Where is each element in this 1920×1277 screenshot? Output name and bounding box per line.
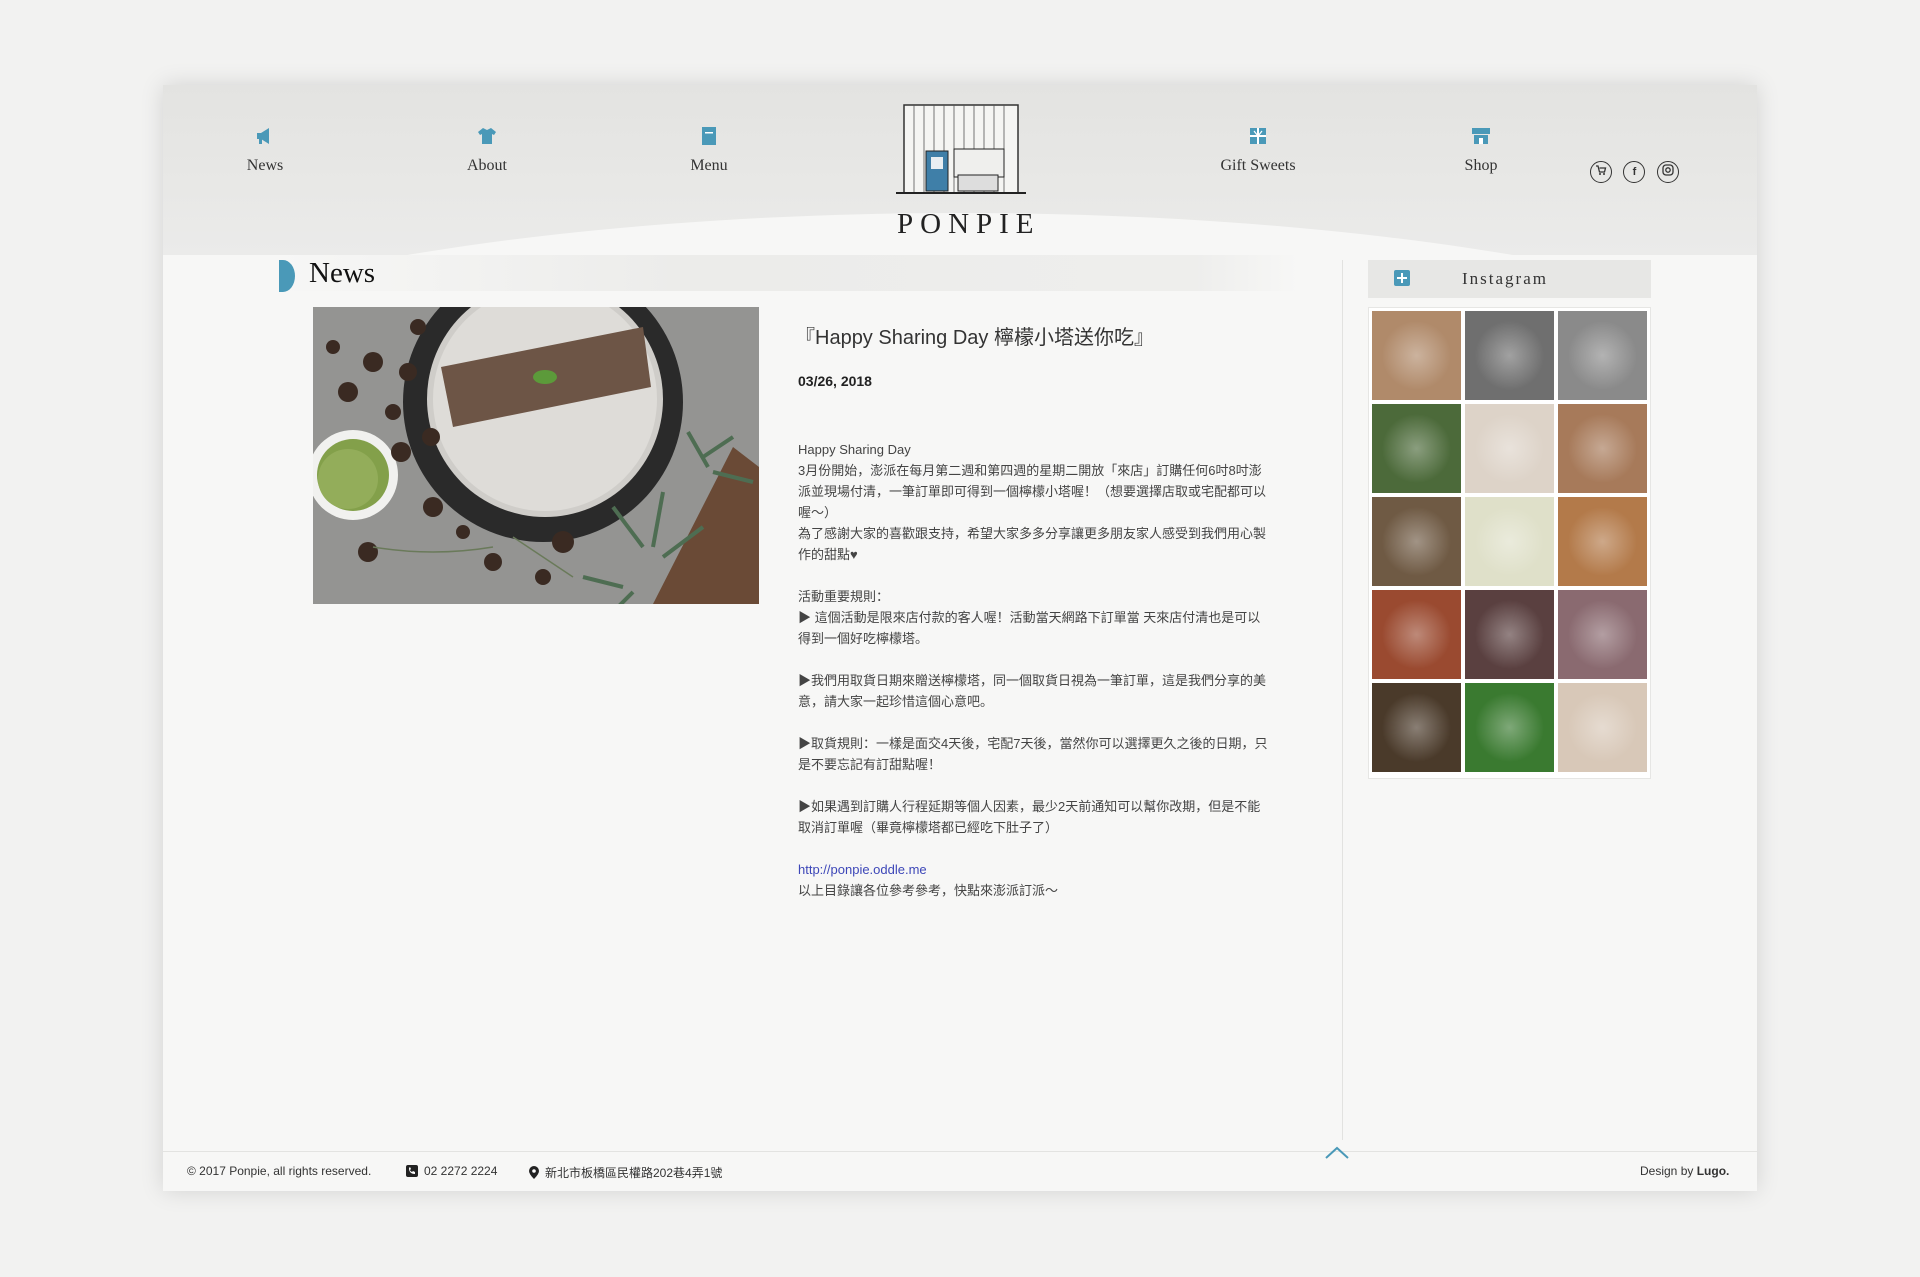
nav-about-label: About (467, 157, 507, 174)
instagram-thumbnail[interactable] (1372, 404, 1461, 493)
nav-news-label: News (246, 157, 284, 174)
instagram-thumbnail[interactable] (1465, 590, 1554, 679)
news-heading-bar (278, 255, 1298, 291)
facebook-icon[interactable]: f (1623, 161, 1646, 183)
post-paragraph: 以上目錄讓各位參考參考，快點來澎派訂派～ (798, 883, 1059, 898)
footer-phone-text: 02 2272 2224 (424, 1164, 498, 1178)
footer-address-text: 新北市板橋區民權路202巷4弄1號 (545, 1166, 723, 1180)
footer-address: 新北市板橋區民權路202巷4弄1號 (529, 1164, 722, 1181)
nav-news[interactable]: News (205, 125, 325, 175)
shirt-icon (478, 128, 496, 144)
instagram-thumbnail[interactable] (1558, 683, 1647, 772)
footer-divider (163, 1151, 1757, 1152)
instagram-thumbnail[interactable] (1558, 497, 1647, 586)
post-title: 『Happy Sharing Day 檸檬小塔送你吃』 (795, 327, 1154, 349)
instagram-thumbnail[interactable] (1372, 683, 1461, 772)
instagram-grid (1368, 307, 1651, 779)
shop-icon (1472, 128, 1490, 144)
nav-gift-sweets[interactable]: Gift Sweets (1198, 125, 1318, 175)
post-date: 03/26, 2018 (798, 373, 872, 389)
storefront-logo-icon (896, 104, 1026, 194)
page-frame: News About Menu Gift Sweets Shop f PONPI… (163, 85, 1757, 1191)
instagram-thumbnail[interactable] (1558, 404, 1647, 493)
instagram-header: Instagram (1368, 260, 1651, 298)
instagram-thumbnail[interactable] (1465, 497, 1554, 586)
logo-text: PONPIE (897, 208, 1041, 240)
location-pin-icon (529, 1166, 539, 1179)
footer-copyright: © 2017 Ponpie, all rights reserved. (187, 1164, 372, 1178)
instagram-thumbnail[interactable] (1465, 311, 1554, 400)
post-paragraph: ▶ 這個活動是限來店付款的客人喔！活動當天網路下訂單當 天來店付清也是可以得到一… (798, 610, 1261, 646)
social-links: f (1590, 161, 1686, 183)
instagram-thumbnail[interactable] (1465, 683, 1554, 772)
sidebar-divider (1342, 260, 1343, 1140)
nav-shop[interactable]: Shop (1421, 125, 1541, 175)
nav-menu[interactable]: Menu (649, 125, 769, 175)
megaphone-icon (257, 128, 269, 144)
section-title: News (309, 257, 376, 289)
instagram-thumbnail[interactable] (1372, 497, 1461, 586)
post-body: Happy Sharing Day 3月份開始，澎派在每月第二週和第四週的星期二… (798, 439, 1268, 901)
instagram-thumbnail[interactable] (1558, 311, 1647, 400)
order-link[interactable]: http://ponpie.oddle.me (798, 862, 927, 877)
post-paragraph: ▶如果遇到訂購人行程延期等個人因素，最少2天前通知可以幫你改期，但是不能取消訂單… (798, 799, 1261, 835)
post-paragraph: 為了感謝大家的喜歡跟支持，希望大家多多分享讓更多朋友家人感受到我們用心製作的甜點… (798, 526, 1267, 562)
instagram-thumbnail[interactable] (1372, 590, 1461, 679)
post-paragraph: 活動重要規則： (798, 589, 890, 604)
back-to-top-icon[interactable] (1323, 1145, 1351, 1161)
footer-credit: Design by Lugo. (1640, 1164, 1729, 1178)
cart-icon[interactable] (1590, 161, 1612, 183)
post-image[interactable] (313, 307, 759, 604)
footer-credit-prefix: Design by (1640, 1164, 1697, 1178)
nav-gift-sweets-label: Gift Sweets (1220, 157, 1296, 174)
post-paragraph: Happy Sharing Day (798, 442, 911, 457)
instagram-icon[interactable] (1656, 161, 1679, 183)
nav-shop-label: Shop (1464, 157, 1498, 174)
post-paragraph: 3月份開始，澎派在每月第二週和第四週的星期二開放「來店」訂購任何6吋8吋澎派並現… (798, 463, 1267, 520)
menu-book-icon (702, 127, 716, 145)
post-paragraph: ▶我們用取貨日期來贈送檸檬塔，同一個取貨日視為一筆訂單，這是我們分享的美意，請大… (798, 673, 1267, 709)
instagram-thumbnail[interactable] (1372, 311, 1461, 400)
logo[interactable]: PONPIE (891, 103, 1041, 241)
instagram-thumbnail[interactable] (1558, 590, 1647, 679)
designer-link[interactable]: Lugo. (1697, 1164, 1730, 1178)
section-marker-icon (279, 260, 295, 292)
plus-icon[interactable] (1394, 270, 1410, 286)
nav-about[interactable]: About (427, 125, 547, 175)
footer-phone: 02 2272 2224 (406, 1164, 497, 1178)
instagram-thumbnail[interactable] (1465, 404, 1554, 493)
nav-menu-label: Menu (690, 157, 728, 174)
instagram-title: Instagram (1462, 269, 1548, 288)
post-paragraph: ▶取貨規則：一樣是面交4天後，宅配7天後，當然你可以選擇更久之後的日期，只是不要… (798, 736, 1268, 772)
phone-icon (406, 1165, 418, 1177)
gift-icon (1250, 128, 1266, 144)
